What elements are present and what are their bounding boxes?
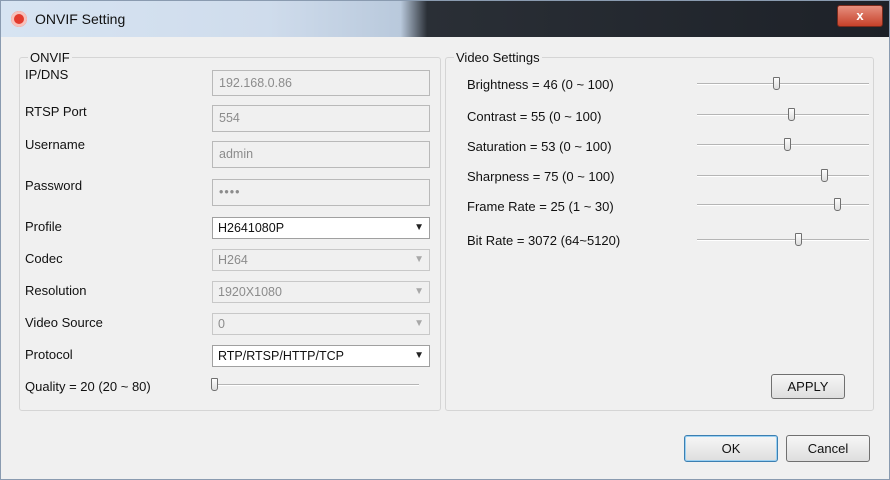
dialog-body: ONVIF IP/DNS 192.168.0.86 RTSP Port 554 …	[9, 37, 881, 473]
apply-button[interactable]: APPLY	[771, 374, 845, 399]
chevron-down-icon: ▼	[414, 286, 424, 297]
slider-track[interactable]	[697, 204, 869, 206]
slider-track[interactable]	[697, 114, 869, 116]
username-field[interactable]: admin	[212, 141, 430, 168]
slider-thumb[interactable]	[788, 108, 795, 121]
saturation-slider[interactable]	[697, 137, 869, 153]
chevron-down-icon: ▼	[414, 254, 424, 265]
onvif-group-legend: ONVIF	[28, 50, 72, 65]
contrast-slider[interactable]	[697, 107, 869, 123]
bit-rate-slider[interactable]	[697, 232, 869, 248]
slider-thumb[interactable]	[834, 198, 841, 211]
quality-label: Quality = 20 (20 ~ 80)	[25, 379, 151, 394]
video-source-label: Video Source	[25, 315, 103, 330]
profile-select-value: H2641080P	[218, 221, 285, 235]
video-source-select-value: 0	[218, 317, 225, 331]
chevron-down-icon: ▼	[414, 350, 424, 361]
profile-select[interactable]: H2641080P ▼	[212, 217, 430, 239]
frame-rate-label: Frame Rate = 25 (1 ~ 30)	[467, 199, 614, 214]
contrast-label: Contrast = 55 (0 ~ 100)	[467, 109, 602, 124]
bit-rate-label: Bit Rate = 3072 (64~5120)	[467, 233, 621, 248]
app-logo-icon	[11, 11, 27, 27]
slider-track[interactable]	[697, 144, 869, 146]
ok-button[interactable]: OK	[684, 435, 778, 462]
slider-track[interactable]	[211, 384, 419, 386]
sharpness-slider[interactable]	[697, 168, 869, 184]
codec-select-value: H264	[218, 253, 248, 267]
brightness-label: Brightness = 46 (0 ~ 100)	[467, 77, 614, 92]
frame-rate-slider[interactable]	[697, 197, 869, 213]
chevron-down-icon: ▼	[414, 318, 424, 329]
title-bar[interactable]: ONVIF Setting x	[1, 1, 889, 37]
quality-slider[interactable]	[211, 377, 419, 393]
password-field[interactable]: ••••	[212, 179, 430, 206]
slider-thumb[interactable]	[821, 169, 828, 182]
slider-track[interactable]	[697, 175, 869, 177]
protocol-select-value: RTP/RTSP/HTTP/TCP	[218, 349, 344, 363]
close-button[interactable]: x	[837, 5, 883, 27]
video-settings-group-legend: Video Settings	[454, 50, 542, 65]
password-label: Password	[25, 178, 83, 193]
username-label: Username	[25, 137, 85, 152]
ip-dns-label: IP/DNS	[25, 67, 69, 82]
slider-thumb[interactable]	[773, 77, 780, 90]
saturation-label: Saturation = 53 (0 ~ 100)	[467, 139, 612, 154]
profile-label: Profile	[25, 219, 62, 234]
sharpness-label: Sharpness = 75 (0 ~ 100)	[467, 169, 615, 184]
ip-dns-field[interactable]: 192.168.0.86	[212, 70, 430, 96]
slider-thumb[interactable]	[795, 233, 802, 246]
resolution-label: Resolution	[25, 283, 87, 298]
slider-thumb[interactable]	[211, 378, 218, 391]
onvif-setting-dialog: ONVIF Setting x ONVIF IP/DNS 192.168.0.8…	[0, 0, 890, 480]
cancel-button[interactable]: Cancel	[786, 435, 870, 462]
resolution-select-value: 1920X1080	[218, 285, 282, 299]
chevron-down-icon: ▼	[414, 222, 424, 233]
codec-label: Codec	[25, 251, 63, 266]
protocol-select[interactable]: RTP/RTSP/HTTP/TCP ▼	[212, 345, 430, 367]
window-title: ONVIF Setting	[35, 11, 126, 27]
slider-thumb[interactable]	[784, 138, 791, 151]
rtsp-port-field[interactable]: 554	[212, 105, 430, 132]
brightness-slider[interactable]	[697, 76, 869, 92]
slider-track[interactable]	[697, 239, 869, 241]
rtsp-port-label: RTSP Port	[25, 104, 87, 119]
slider-track[interactable]	[697, 83, 869, 85]
protocol-label: Protocol	[25, 347, 73, 362]
codec-select[interactable]: H264 ▼	[212, 249, 430, 271]
video-source-select[interactable]: 0 ▼	[212, 313, 430, 335]
resolution-select[interactable]: 1920X1080 ▼	[212, 281, 430, 303]
